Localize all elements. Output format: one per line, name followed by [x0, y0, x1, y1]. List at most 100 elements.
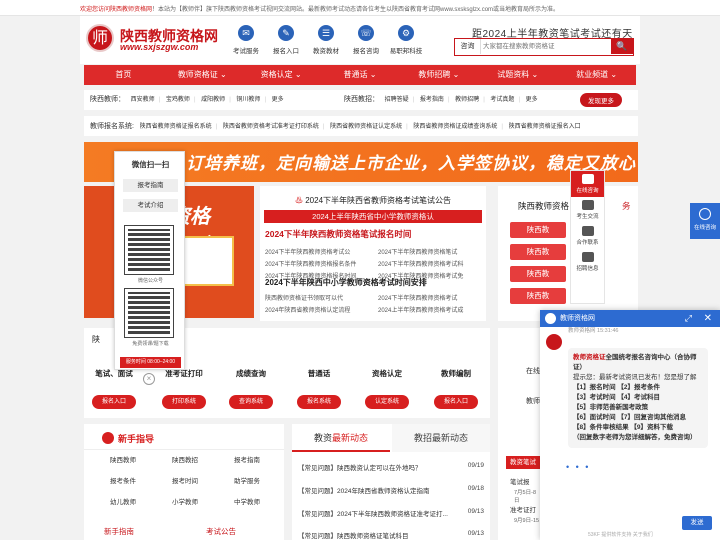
- step-button[interactable]: 报名入口: [92, 395, 136, 409]
- side-cooperation[interactable]: 合作联系: [571, 223, 604, 249]
- quick-nav-tech[interactable]: ⚙ 易职邦科技: [388, 25, 424, 55]
- search-input[interactable]: [483, 40, 603, 53]
- news-row[interactable]: 【常见问题】2024下半年陕西教师资格证准考证打... 09/13: [298, 508, 484, 518]
- send-button[interactable]: 发送: [682, 516, 712, 530]
- quick-nav-label: 报名咨询: [353, 48, 379, 55]
- side-recruit-info[interactable]: 招聘信息: [571, 249, 604, 275]
- search-label[interactable]: 咨询: [455, 39, 481, 54]
- quick-nav-books[interactable]: ☰ 教资教材: [308, 25, 344, 55]
- close-icon[interactable]: ×: [143, 373, 155, 385]
- side-student-chat[interactable]: 考生交流: [571, 197, 604, 223]
- notice-text: ！本站为【教师伴】旗下陕西教师资格考试视同交流网站。最新教师考试动态请各位考生以…: [152, 7, 560, 13]
- step-button[interactable]: 认定系统: [365, 395, 409, 409]
- news-item[interactable]: 2024下半年陕西教师资格考试科: [378, 259, 482, 271]
- news-item[interactable]: 2024下半年陕西教师资格考试公: [265, 247, 356, 259]
- logo-icon[interactable]: 师: [86, 24, 114, 52]
- guide-link[interactable]: 陕西教招: [154, 454, 216, 468]
- recruit-link[interactable]: 考试真题: [490, 97, 514, 103]
- guide-link[interactable]: 小学教师: [154, 496, 216, 510]
- qr-intro-button[interactable]: 考试介绍: [123, 199, 178, 212]
- step-button[interactable]: 查询系统: [229, 395, 273, 409]
- expand-icon[interactable]: ⤢: [685, 310, 692, 327]
- right-link-box[interactable]: 陕西教: [510, 244, 566, 260]
- system-link[interactable]: 陕西省教师资格证报名系统: [140, 124, 212, 130]
- chat-input[interactable]: [546, 478, 714, 508]
- news-headline[interactable]: 2024下半年陕西中小学教师资格考试时间安排: [265, 277, 427, 288]
- site-url: www.sxjszgw.com: [120, 42, 199, 52]
- system-link[interactable]: 陕西省教师资格考试准考证打印系统: [223, 124, 319, 130]
- side-online-consult[interactable]: 在线咨询: [571, 171, 604, 197]
- recruit-link[interactable]: 招聘答疑: [385, 97, 409, 103]
- steps-heading: 陕: [92, 335, 100, 344]
- guide-link[interactable]: 陕西教师: [92, 454, 154, 468]
- news-item[interactable]: 2024年陕西省教师资格认定流程: [265, 305, 375, 317]
- news-item[interactable]: 2024下半年陕西教师资格考试: [378, 293, 482, 305]
- exam-item[interactable]: 笔试报: [510, 476, 530, 486]
- right-bottom-link[interactable]: 在线: [526, 366, 540, 376]
- right-link-box[interactable]: 陕西教: [510, 222, 566, 238]
- online-consult-tab[interactable]: 在线咨询: [690, 203, 720, 239]
- recruit-link[interactable]: 教师招聘: [455, 97, 479, 103]
- step-button[interactable]: 打印系统: [162, 395, 206, 409]
- system-link[interactable]: 陕西省教师资格证报名入口: [509, 124, 581, 130]
- quick-nav-signup[interactable]: ✎ 报名入口: [268, 25, 304, 55]
- news-item[interactable]: 2024上半年陕西教师资格考试成: [378, 305, 482, 317]
- nav-jobs[interactable]: 就业频道 ⌄: [557, 65, 636, 85]
- close-icon[interactable]: ✕: [704, 310, 712, 327]
- news-heading-text: 2024下半年陕西省教师资格考试笔试公告: [305, 196, 452, 205]
- right-bottom-link[interactable]: 教师: [526, 396, 540, 406]
- region-link[interactable]: 咸阳教师: [201, 97, 225, 103]
- nav-home[interactable]: 首页: [84, 65, 163, 85]
- nav-materials[interactable]: 试题资料 ⌄: [478, 65, 557, 85]
- guide-link[interactable]: 幼儿教师: [92, 496, 154, 510]
- recruit-link[interactable]: 报考指南: [420, 97, 444, 103]
- news-item[interactable]: 陕西教师资格证书领取可以代: [265, 293, 375, 305]
- tab-recruit-news[interactable]: 教招最新动态: [392, 424, 490, 452]
- chat-header[interactable]: 教师资格网 ⤢ ✕: [540, 310, 720, 327]
- guide-link[interactable]: 报考时间: [154, 475, 216, 489]
- nav-recruitment[interactable]: 教师招聘 ⌄: [399, 65, 478, 85]
- guide-link[interactable]: 中学教师: [216, 496, 278, 510]
- news-row[interactable]: 【常见问题】2024年陕西省教师资格认定指南 09/18: [298, 485, 484, 495]
- news-heading[interactable]: ♨ 2024下半年陕西省教师资格考试笔试公告: [260, 195, 486, 206]
- news-headline[interactable]: 2024下半年陕西教师资格笔试报名时间: [265, 228, 411, 240]
- region-link[interactable]: 宝鸡教师: [166, 97, 190, 103]
- system-link[interactable]: 陕西省教师资格证成绩查询系统: [413, 124, 497, 130]
- nav-mandarin[interactable]: 普通话 ⌄: [321, 65, 400, 85]
- avatar: [545, 313, 556, 324]
- discover-more-button[interactable]: 发现更多: [580, 93, 622, 107]
- guide-link[interactable]: 报考指南: [216, 454, 278, 468]
- right-link-box[interactable]: 陕西教: [510, 266, 566, 282]
- search-icon[interactable]: 🔍: [611, 39, 633, 54]
- tab-newbie-guide[interactable]: 新手指南: [104, 526, 134, 537]
- news-redbar[interactable]: 2024上半年陕西省中小学教师资格认: [264, 210, 482, 223]
- mail-icon: ✉: [238, 25, 254, 41]
- news-row[interactable]: 【常见问题】陕西教资认定可以在外地吗？ 09/19: [298, 462, 484, 472]
- news-item[interactable]: 2024下半年陕西教师资格报名条件: [265, 259, 356, 271]
- tab-exam-notice[interactable]: 考试公告: [206, 526, 236, 537]
- nav-cert-recognition[interactable]: 资格认定 ⌄: [242, 65, 321, 85]
- guide-link[interactable]: 报考条件: [92, 475, 154, 489]
- quick-nav-exam-service[interactable]: ✉ 考试服务: [228, 25, 264, 55]
- step-button[interactable]: 报名系统: [297, 395, 341, 409]
- region-link[interactable]: 西安教师: [131, 97, 155, 103]
- step-button[interactable]: 报名入口: [434, 395, 478, 409]
- recruit-more[interactable]: 更多: [526, 97, 538, 103]
- nav-teacher-cert[interactable]: 教师资格证 ⌄: [163, 65, 242, 85]
- msg-line: 【1】报名时间 【2】报考条件: [573, 384, 661, 391]
- system-link[interactable]: 陕西省教师资格证认定系统: [330, 124, 402, 130]
- guide-link[interactable]: 助学服务: [216, 475, 278, 489]
- right-link-box[interactable]: 陕西教: [510, 288, 566, 304]
- exam-item[interactable]: 准考证打: [510, 504, 536, 514]
- tab-cert-news[interactable]: 教资最新动态: [292, 424, 390, 452]
- news-item[interactable]: 2024下半年陕西教师资格笔试: [378, 247, 482, 259]
- region-more[interactable]: 更多: [272, 97, 284, 103]
- qr-guide-button[interactable]: 报考指南: [123, 179, 178, 192]
- quick-nav-label: 易职邦科技: [389, 48, 423, 55]
- tab-written-exam[interactable]: 教资笔试: [506, 456, 540, 469]
- region-link[interactable]: 铜川教师: [236, 97, 260, 103]
- quick-nav-consult[interactable]: ☏ 报名咨询: [348, 25, 384, 55]
- right-more[interactable]: 务: [622, 200, 631, 212]
- news-row[interactable]: 【常见问题】陕西教师资格证笔试科目 09/13: [298, 530, 484, 540]
- dynamics-panel: 教资最新动态 教招最新动态 【常见问题】陕西教资认定可以在外地吗？ 09/19 【…: [292, 424, 490, 540]
